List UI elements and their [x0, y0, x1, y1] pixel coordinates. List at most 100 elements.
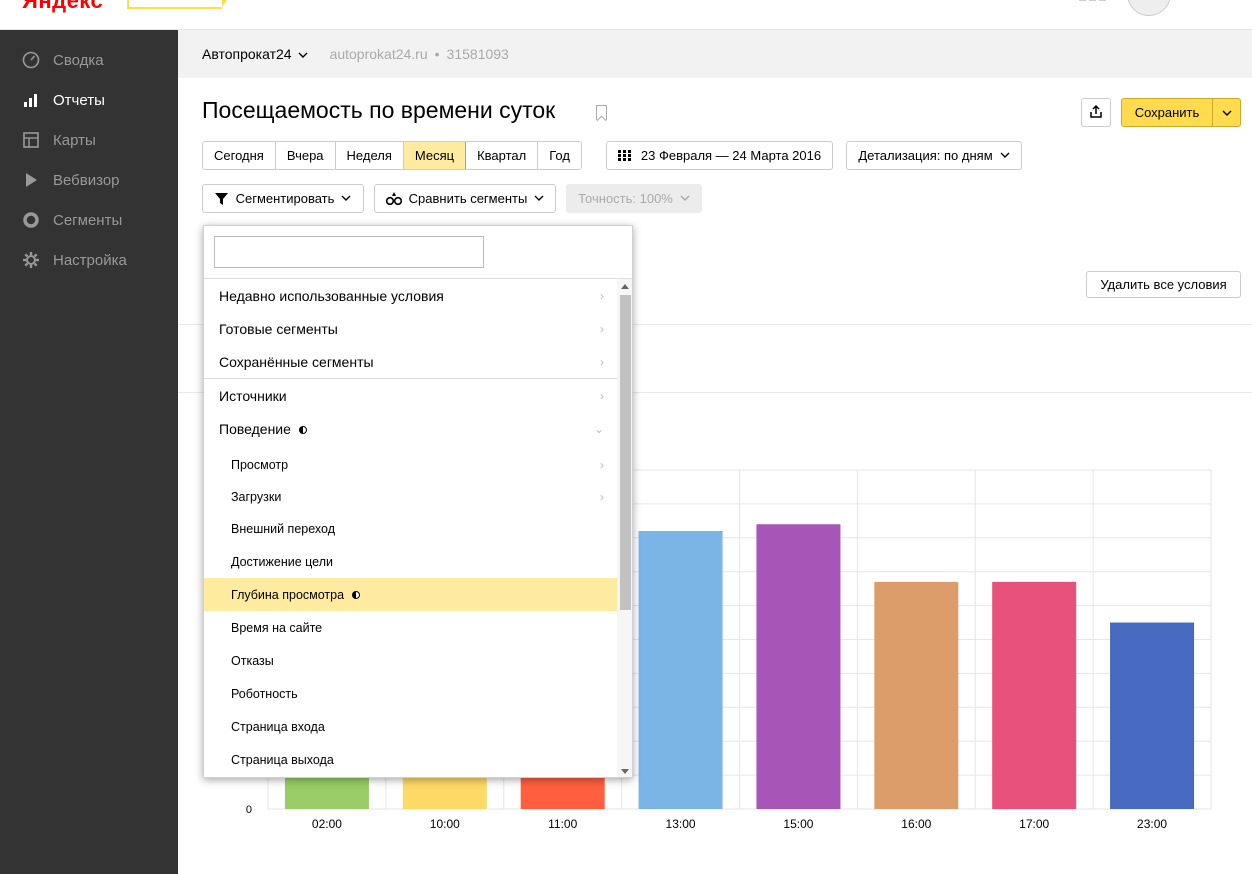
sidebar-item-reports[interactable]: Отчеты — [0, 80, 178, 120]
page-title: Посещаемость по времени суток — [202, 97, 556, 123]
dropdown-item-depth[interactable]: Глубина просмотра — [204, 578, 617, 611]
chevron-right-icon: › — [600, 489, 604, 504]
chart-bar-1500[interactable] — [756, 524, 841, 809]
x-tick-label: 17:00 — [1019, 817, 1049, 831]
sidebar-item-settings[interactable]: Настройка — [0, 240, 178, 280]
bar-chart-icon — [22, 91, 40, 109]
counter-selector[interactable]: Автопрокат24 — [202, 46, 308, 62]
dropdown-item-downloads[interactable]: Загрузки › — [204, 480, 617, 513]
dropdown-group-saved-segments[interactable]: Сохранённые сегменты › — [204, 345, 617, 378]
scroll-down-icon[interactable] — [621, 769, 629, 774]
dropdown-group-sources[interactable]: Источники › — [204, 379, 617, 412]
sidebar-item-label: Сводка — [53, 51, 104, 69]
chart-bar-2300[interactable] — [1110, 622, 1195, 809]
calendar-icon — [617, 150, 632, 161]
period-week[interactable]: Неделя — [335, 142, 404, 169]
accuracy-select[interactable]: Точность: 100% — [566, 184, 702, 213]
sidebar: Сводка Отчеты Карты Вебвизор Сегменты На… — [0, 30, 178, 874]
period-today[interactable]: Сегодня — [203, 142, 276, 169]
play-icon — [22, 171, 40, 189]
segments-icon — [22, 211, 40, 229]
dropdown-scrollbar[interactable] — [617, 279, 632, 777]
counter-site: autoprokat24.ru — [329, 46, 428, 62]
chart-bar-1600[interactable] — [874, 581, 959, 809]
chart-bar-1700[interactable] — [992, 581, 1077, 809]
dropdown-item-bounces[interactable]: Отказы — [204, 644, 617, 677]
segment-dropdown: Недавно использованные условия › Готовые… — [203, 225, 633, 778]
chevron-right-icon: › — [600, 457, 604, 472]
avatar[interactable] — [1127, 0, 1171, 16]
dropdown-item-time-on-site[interactable]: Время на сайте — [204, 611, 617, 644]
period-yesterday[interactable]: Вчера — [275, 142, 336, 169]
x-tick-label: 11:00 — [548, 817, 577, 831]
chevron-down-icon — [1000, 152, 1010, 159]
counter-bar: Автопрокат24 autoprokat24.ru • 31581093 — [178, 30, 1252, 78]
compare-segments-button[interactable]: Сравнить сегменты — [374, 184, 556, 213]
bookmark-icon[interactable] — [596, 105, 607, 120]
detail-label: Детализация: по дням — [858, 148, 993, 163]
dropdown-item-entry-page[interactable]: Страница входа — [204, 710, 617, 743]
chevron-right-icon: › — [600, 388, 604, 403]
x-tick-label: 15:00 — [783, 817, 813, 831]
save-options-button[interactable] — [1212, 98, 1241, 127]
chevron-down-icon — [341, 195, 351, 202]
sidebar-item-maps[interactable]: Карты — [0, 120, 178, 160]
chevron-down-icon — [298, 51, 308, 62]
apps-grid-icon[interactable] — [1079, 0, 1107, 4]
y-tick-label: 0 — [246, 804, 252, 816]
chevron-right-icon: › — [600, 354, 604, 369]
sidebar-item-label: Карты — [53, 131, 96, 149]
sidebar-item-label: Настройка — [53, 251, 127, 269]
share-icon — [1089, 104, 1103, 122]
half-circle-icon — [298, 425, 307, 434]
dropdown-item-goal[interactable]: Достижение цели — [204, 545, 617, 578]
chevron-right-icon: › — [600, 321, 604, 336]
yandex-logo[interactable]: Яндекс — [22, 0, 103, 14]
map-icon — [22, 131, 40, 149]
filter-icon — [214, 192, 228, 205]
x-tick-label: 10:00 — [430, 817, 460, 831]
compare-label: Сравнить сегменты — [408, 191, 528, 206]
share-button[interactable] — [1081, 98, 1111, 127]
sidebar-item-label: Вебвизор — [53, 171, 120, 189]
period-quarter[interactable]: Квартал — [466, 142, 539, 169]
delete-all-conditions-button[interactable]: Удалить все условия — [1086, 271, 1241, 298]
sidebar-item-segments[interactable]: Сегменты — [0, 200, 178, 240]
segment-label: Сегментировать — [235, 191, 335, 206]
period-year[interactable]: Год — [538, 142, 581, 169]
dropdown-group-ready-segments[interactable]: Готовые сегменты › — [204, 312, 617, 345]
date-range-label: 23 Февраля — 24 Марта 2016 — [640, 148, 822, 163]
metrica-service-tab[interactable] — [127, 0, 234, 9]
gear-icon — [22, 251, 40, 269]
dropdown-item-external-link[interactable]: Внешний переход — [204, 512, 617, 545]
save-button[interactable]: Сохранить — [1121, 98, 1213, 127]
dropdown-item-view[interactable]: Просмотр › — [204, 448, 617, 481]
dropdown-item-robots[interactable]: Роботность — [204, 677, 617, 710]
x-tick-label: 02:00 — [312, 817, 342, 831]
top-bar: Яндекс — [0, 0, 1252, 30]
accuracy-label: Точность: 100% — [578, 191, 673, 206]
segment-button[interactable]: Сегментировать — [202, 184, 364, 213]
dropdown-group-recent[interactable]: Недавно использованные условия › — [204, 279, 617, 312]
period-tabs: Сегодня Вчера Неделя Месяц Квартал Год — [202, 141, 582, 170]
sidebar-item-webvisor[interactable]: Вебвизор — [0, 160, 178, 200]
date-range-button[interactable]: 23 Февраля — 24 Марта 2016 — [606, 141, 833, 170]
period-month[interactable]: Месяц — [403, 142, 467, 169]
segment-search-input[interactable] — [214, 236, 484, 268]
chevron-down-icon — [534, 195, 544, 202]
dashboard-icon — [22, 51, 40, 69]
dropdown-group-behavior[interactable]: Поведение ⌄ — [204, 412, 617, 445]
scrollbar-thumb[interactable] — [620, 295, 631, 610]
sidebar-item-summary[interactable]: Сводка — [0, 40, 178, 80]
counter-id: 31581093 — [446, 46, 509, 62]
chart-bar-1300[interactable] — [638, 531, 723, 809]
chevron-down-icon — [1222, 105, 1232, 120]
x-tick-label: 23:00 — [1137, 817, 1167, 831]
chevron-right-icon: › — [600, 288, 604, 303]
sidebar-item-label: Сегменты — [53, 211, 123, 229]
x-tick-label: 13:00 — [666, 817, 696, 831]
chevron-down-icon — [680, 195, 690, 202]
detail-select[interactable]: Детализация: по дням — [846, 141, 1022, 170]
dropdown-item-exit-page[interactable]: Страница выхода — [204, 743, 617, 776]
scroll-up-icon[interactable] — [621, 284, 629, 289]
